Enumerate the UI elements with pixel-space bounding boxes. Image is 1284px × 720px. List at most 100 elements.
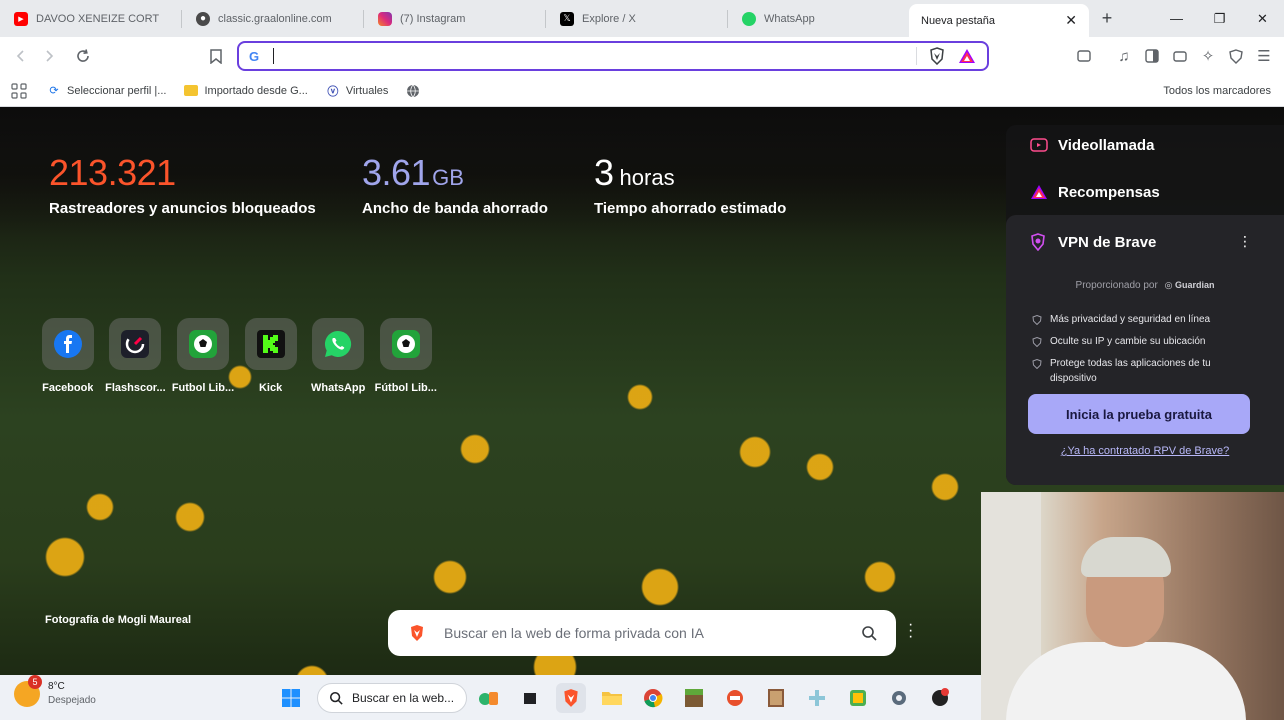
rewards-label: Recompensas [1058, 183, 1160, 201]
file-explorer-icon[interactable] [597, 683, 627, 713]
vpn-provided-by: Proporcionado por ◎ Guardian [1006, 280, 1284, 291]
text-cursor [273, 48, 274, 64]
tab-youtube[interactable]: ▶ DAVOO XENEIZE CORT [0, 0, 181, 37]
taskbar-icons: Buscar en la web... [276, 683, 966, 713]
videocall-widget[interactable]: Videollamada [1030, 136, 1154, 154]
settings-gear-icon[interactable] [884, 683, 914, 713]
videocall-label: Videollamada [1058, 136, 1155, 154]
widgets-icon[interactable] [474, 683, 504, 713]
photo-app-icon[interactable] [761, 683, 791, 713]
already-subscribed-link[interactable]: ¿Ya ha contratado RPV de Brave? [1006, 445, 1284, 457]
maximize-button[interactable]: ❐ [1198, 0, 1241, 37]
youtube-icon: ▶ [14, 11, 28, 26]
brave-browser-icon[interactable] [556, 683, 586, 713]
wallet-icon[interactable] [1166, 42, 1194, 70]
tile-flashscore[interactable]: Flashscor... [102, 318, 170, 394]
tile-kick[interactable]: Kick [237, 318, 305, 394]
stat-bandwidth: 3.61GB Ancho de banda ahorrado [362, 152, 548, 217]
stat-label: Tiempo ahorrado estimado [594, 200, 787, 217]
vpn-shield-icon[interactable] [1222, 42, 1250, 70]
tab-instagram[interactable]: (7) Instagram [364, 0, 545, 37]
tile-futbol-libre-2[interactable]: Fútbol Lib... [372, 318, 440, 394]
weather-sun-icon: 5 [14, 675, 42, 707]
more-options-icon[interactable]: · · · [908, 617, 913, 645]
tile-facebook[interactable]: Facebook [34, 318, 102, 394]
top-sites: Facebook Flashscor... Futbol Lib... Kick… [34, 318, 440, 394]
tile-futbol-libre-1[interactable]: Futbol Lib... [169, 318, 237, 394]
vpn-more-menu-icon[interactable]: ⋮ [1238, 233, 1252, 250]
bookmark-importado[interactable]: Importado desde G... [184, 84, 308, 98]
tile-label: Flashscor... [105, 382, 166, 394]
close-tab-icon[interactable]: ✕ [1065, 12, 1077, 29]
tab-new-tab-active[interactable]: Nueva pestaña ✕ [909, 4, 1089, 37]
close-window-button[interactable]: ✕ [1241, 0, 1284, 37]
chrome-icon[interactable] [638, 683, 668, 713]
bookmark-all-bookmarks[interactable]: Todos los marcadores [1157, 85, 1271, 97]
apps-grid-icon[interactable] [11, 82, 27, 99]
brave-lion-icon [408, 623, 426, 643]
flashscore-icon [109, 318, 162, 370]
leo-ai-icon[interactable]: ✧ [1194, 42, 1222, 70]
google-icon: G [248, 48, 260, 64]
game-app-icon[interactable] [720, 683, 750, 713]
private-search-box[interactable]: Buscar en la web de forma privada con IA [388, 610, 896, 656]
discord-app-icon[interactable] [925, 683, 955, 713]
photo-credit[interactable]: Fotografía de Mogli Maureal [45, 614, 191, 626]
music-note-icon[interactable]: ♫ [1110, 42, 1138, 70]
menu-hamburger-icon[interactable]: ☰ [1250, 42, 1278, 70]
bookmark-icon[interactable] [202, 42, 230, 70]
bookmark-virtuales[interactable]: ⓥ Virtuales [326, 84, 389, 98]
taskbar-search-label: Buscar en la web... [352, 691, 455, 705]
tile-whatsapp[interactable]: WhatsApp [304, 318, 372, 394]
sidebar-icon[interactable] [1138, 42, 1166, 70]
tile-label: Fútbol Lib... [374, 382, 437, 394]
globe-icon[interactable] [406, 84, 420, 98]
window-controls: — ❐ ✕ [1155, 0, 1284, 37]
brave-rewards-icon[interactable] [957, 46, 977, 66]
forward-button[interactable] [35, 42, 63, 70]
vpn-shield-icon [1030, 233, 1048, 251]
start-free-trial-button[interactable]: Inicia la prueba gratuita [1028, 394, 1250, 434]
bookmarks-bar: ⟳ Seleccionar perfil |... Importado desd… [0, 75, 1284, 107]
shield-check-icon [1032, 315, 1042, 325]
stat-time-saved: 3 horas Tiempo ahorrado estimado [594, 152, 786, 217]
weather-widget[interactable]: 5 8°C Despejado [14, 675, 96, 708]
whatsapp-icon [312, 318, 365, 370]
task-view-icon[interactable] [515, 683, 545, 713]
vpn-feature: Oculte su IP y cambie su ubicación [1032, 334, 1232, 349]
rewards-widget[interactable]: Recompensas [1030, 183, 1160, 201]
kick-icon [244, 318, 297, 370]
search-icon[interactable] [860, 624, 878, 642]
stat-trackers: 213.321 Rastreadores y anuncios bloquead… [49, 152, 316, 217]
weather-text: 8°C Despejado [48, 680, 96, 708]
bluestacks-icon[interactable] [843, 683, 873, 713]
bookmark-seleccionar-perfil[interactable]: ⟳ Seleccionar perfil |... [47, 84, 166, 98]
minecraft-icon[interactable] [679, 683, 709, 713]
profile-icon: ⟳ [49, 85, 59, 97]
tab-whatsapp[interactable]: WhatsApp [728, 0, 909, 37]
new-tab-button[interactable]: + [1089, 8, 1125, 29]
tab-x[interactable]: 𝕏 Explore / X [546, 0, 727, 37]
vpn-feature: Protege todas las aplicaciones de tu dis… [1032, 356, 1232, 386]
bookmark-label: Virtuales [345, 84, 389, 97]
back-button[interactable] [7, 42, 35, 70]
windows-start-icon[interactable] [276, 683, 306, 713]
brave-shields-icon[interactable] [927, 46, 947, 66]
address-input[interactable] [276, 46, 916, 66]
tab-manager-icon[interactable] [1070, 42, 1098, 70]
taskbar-search[interactable]: Buscar en la web... [317, 683, 467, 713]
address-bar[interactable]: G [237, 41, 989, 71]
tile-label: Kick [258, 382, 283, 394]
tab-graal[interactable]: ● classic.graalonline.com [182, 0, 363, 37]
windows-taskbar: 5 8°C Despejado Buscar en la web... [0, 675, 981, 720]
instagram-icon [378, 11, 392, 26]
vpn-feature: Más privacidad y seguridad en línea [1032, 312, 1232, 327]
weather-temp: 8°C [48, 681, 65, 692]
puzzle-app-icon[interactable] [802, 683, 832, 713]
minimize-button[interactable]: — [1155, 0, 1198, 37]
reload-button[interactable] [69, 42, 97, 70]
tab-label: WhatsApp [764, 12, 815, 25]
tab-label: Nueva pestaña [921, 14, 995, 27]
vpn-feature-text: Protege todas las aplicaciones de tu dis… [1050, 358, 1211, 384]
